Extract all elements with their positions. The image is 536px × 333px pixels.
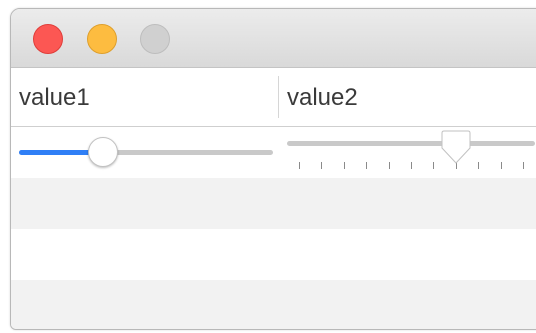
slider-tick <box>433 162 434 169</box>
table-row <box>11 178 536 229</box>
slider-tick <box>478 162 479 169</box>
app-window: value1 value2 <box>10 8 536 330</box>
column-header-value2[interactable]: value2 <box>287 68 358 126</box>
title-bar <box>11 9 536 68</box>
slider-tick <box>389 162 390 169</box>
slider-tick <box>344 162 345 169</box>
table-row <box>11 280 536 329</box>
column-header-value1[interactable]: value1 <box>19 68 90 126</box>
table-header: value1 value2 <box>11 68 536 127</box>
slider-tick <box>299 162 300 169</box>
zoom-button[interactable] <box>140 24 170 54</box>
slider-tick-marks <box>287 162 535 170</box>
table-row <box>11 127 536 178</box>
slider-tick <box>411 162 412 169</box>
minimize-button[interactable] <box>87 24 117 54</box>
column-divider[interactable] <box>278 76 279 118</box>
slider-tick <box>321 162 322 169</box>
slider-knob[interactable] <box>441 129 471 165</box>
value1-slider[interactable] <box>19 137 273 167</box>
slider-tick <box>501 162 502 169</box>
table-row <box>11 229 536 280</box>
slider-tick <box>366 162 367 169</box>
value2-slider[interactable] <box>287 129 535 175</box>
slider-track[interactable] <box>287 141 535 146</box>
slider-tick <box>523 162 524 169</box>
close-button[interactable] <box>33 24 63 54</box>
slider-knob[interactable] <box>88 137 118 167</box>
